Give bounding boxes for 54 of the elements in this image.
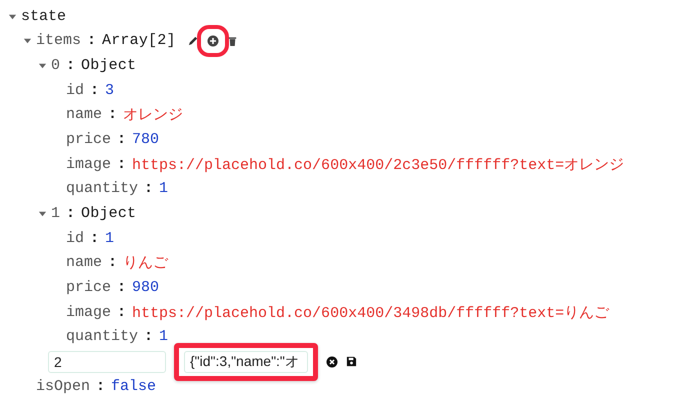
colon-separator: : <box>87 32 96 50</box>
colon-separator: : <box>117 131 126 148</box>
colon-separator: : <box>96 378 106 395</box>
colon-separator: : <box>144 328 154 346</box>
collapse-triangle-icon[interactable] <box>8 12 17 21</box>
property-key: name <box>66 254 102 272</box>
colon-separator: : <box>90 230 100 247</box>
property-key: image <box>66 304 112 321</box>
save-icon[interactable] <box>346 356 357 368</box>
colon-separator: : <box>117 304 126 321</box>
collapse-triangle-icon[interactable] <box>23 36 32 46</box>
property-key: price <box>66 131 112 148</box>
close-icon[interactable] <box>326 356 338 368</box>
colon-separator: : <box>108 254 118 272</box>
value-input-field[interactable]: {"id":3,"name":"オ <box>184 350 308 373</box>
colon-separator: : <box>66 205 76 222</box>
add-icon[interactable] <box>206 34 219 47</box>
property-key: price <box>66 279 112 296</box>
property-value: false <box>111 378 156 395</box>
property-key: image <box>66 156 112 173</box>
property-value: 3 <box>105 82 114 99</box>
collapse-triangle-icon[interactable] <box>38 61 47 70</box>
property-value: Object <box>81 205 136 222</box>
property-value: https://placehold.co/600x400/2c3e50/ffffff?text=オレンジ <box>132 156 624 174</box>
colon-separator: : <box>117 279 126 296</box>
property-key: state <box>21 8 66 25</box>
property-key: quantity <box>66 180 138 198</box>
collapse-triangle-icon[interactable] <box>38 209 47 218</box>
property-key: 0 <box>51 57 60 74</box>
property-value: 1 <box>159 180 168 198</box>
property-value: Object <box>81 57 136 74</box>
property-value: 780 <box>132 131 160 148</box>
property-key: name <box>66 106 102 124</box>
property-key: items <box>36 32 82 50</box>
colon-separator: : <box>90 82 100 99</box>
colon-separator: : <box>117 156 126 173</box>
property-value: りんご <box>123 254 168 272</box>
property-key: isOpen <box>36 378 90 395</box>
property-value: Array[2] <box>102 32 176 50</box>
property-value: https://placehold.co/600x400/3498db/ffffff?text=りんご <box>132 304 610 322</box>
colon-separator: : <box>66 57 76 74</box>
key-input-field[interactable]: 2 <box>48 350 166 373</box>
trash-icon[interactable] <box>226 34 238 47</box>
property-value: 1 <box>105 230 114 247</box>
property-key: 1 <box>51 205 60 222</box>
colon-separator: : <box>108 106 118 124</box>
property-key: id <box>66 230 84 247</box>
property-key: quantity <box>66 328 138 346</box>
property-key: id <box>66 82 84 99</box>
pencil-icon[interactable] <box>188 35 199 46</box>
property-value: 980 <box>132 279 160 296</box>
colon-separator: : <box>144 180 154 198</box>
property-value: オレンジ <box>123 106 184 124</box>
property-value: 1 <box>159 328 168 346</box>
